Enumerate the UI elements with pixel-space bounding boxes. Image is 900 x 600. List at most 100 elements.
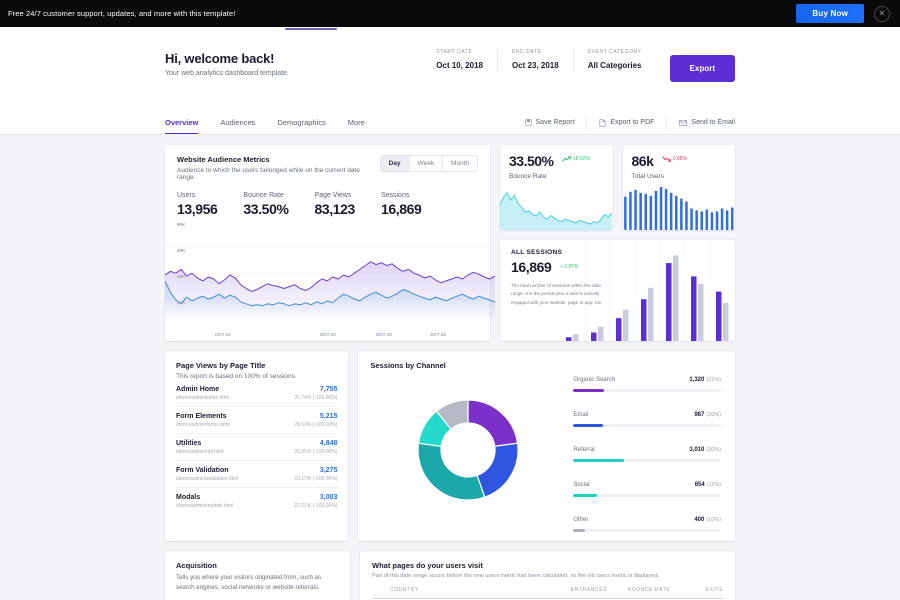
legend-value: 987 <box>694 412 705 418</box>
export-pdf-button[interactable]: Export to PDF <box>587 116 668 129</box>
event-category-field[interactable]: EVENT CATEGORY All Categories <box>574 49 656 71</box>
list-item[interactable]: Form Validation 3,275 /demo/admin/validat… <box>176 461 338 488</box>
end-date-value: Oct 23, 2018 <box>511 60 559 70</box>
legend-item-email[interactable]: Email 987 (20%) <box>573 403 721 427</box>
legend-pct: (11%) <box>706 482 721 488</box>
close-circle-icon[interactable]: ✕ <box>874 5 890 22</box>
list-item[interactable]: Form Elements 5,215 /demo/admin/forms.htm… <box>176 407 338 434</box>
page-value: 7,755 <box>319 386 338 393</box>
total-users-delta-text: 0.88% <box>672 156 687 162</box>
legend-pct: (10%) <box>706 517 721 523</box>
y-tick-60k: 60K <box>177 248 186 253</box>
legend-item-other[interactable]: Other 400 (10%) <box>573 508 721 532</box>
tab-demographics[interactable]: Demographics <box>277 118 325 134</box>
bounce-rate-label: Bounce Rate <box>509 173 547 180</box>
legend-item-social[interactable]: Social 654 (11%) <box>573 473 721 497</box>
save-report-label: Save Report <box>535 119 575 126</box>
legend-value: 3,010 <box>689 447 705 453</box>
kpi-users-label: Users <box>177 192 196 199</box>
mini-card-row: 33.50% 18.02% Bounce Rate 86k 0.88% Tota… <box>500 145 735 230</box>
acquisition-subtitle: Tells you where your visitors originated… <box>176 574 322 591</box>
page-views-title: Page Views by Page Title <box>176 361 266 370</box>
range-toggle-month[interactable]: Month <box>443 156 477 171</box>
bounce-rate-delta-text: 18.02% <box>572 156 590 162</box>
legend-item-referral[interactable]: Referral 3,010 (30%) <box>573 438 721 462</box>
acquisition-title: Acquisition <box>176 561 217 570</box>
nav-active-underline <box>285 28 337 30</box>
legend-pct: (20%) <box>706 412 721 418</box>
kpi-sessions: Sessions 16,869 <box>380 192 422 217</box>
kpi-bounce-rate-label: Bounce Rate <box>243 192 284 199</box>
legend-fill <box>573 424 603 427</box>
audience-card-subtitle: Audience to which the users belonged whi… <box>177 167 360 181</box>
column-bounce-rate[interactable]: BOUNCE RATE <box>607 587 671 599</box>
tabs-bar: Overview Audiences Demographics More Sav… <box>0 111 900 135</box>
event-category-value: All Categories <box>587 60 642 70</box>
tab-more[interactable]: More <box>348 118 365 134</box>
column-country[interactable]: COUNTRY <box>372 587 530 599</box>
tab-audiences[interactable]: Audiences <box>220 118 255 134</box>
legend-fill <box>573 459 624 462</box>
legend-value: 400 <box>694 517 705 523</box>
page-path: /demo/admin/forms.html <box>176 422 230 428</box>
end-date-field[interactable]: END DATE Oct 23, 2018 <box>498 49 574 72</box>
acquisition-card: Acquisition Tells you where your visitor… <box>165 551 350 600</box>
total-users-card: 86k 0.88% Total Users <box>622 145 736 230</box>
promo-bar: Free 24/7 customer support, updates, and… <box>0 0 900 27</box>
range-toggle-day[interactable]: Day <box>380 156 410 171</box>
website-audience-metrics-card: Website Audience Metrics Audience to whi… <box>164 145 496 341</box>
page-pct: 23.17% (-100.00%) <box>294 476 338 482</box>
total-users-label: Total Users <box>631 173 665 180</box>
line-chart-svg <box>164 246 496 321</box>
column-entrances[interactable]: ENTRANCES <box>529 587 608 599</box>
main-content: Website Audience Metrics Audience to whi… <box>0 135 900 600</box>
page-pct: 28.53% (-100.00%) <box>294 422 338 428</box>
donut-holder <box>370 384 565 516</box>
welcome-block: Hi, welcome back! Your web analytics das… <box>165 45 422 77</box>
page-value: 3,275 <box>319 467 338 474</box>
export-pdf-label: Export to PDF <box>610 119 655 126</box>
legend-value: 1,320 <box>689 377 705 383</box>
legend-label: Email <box>573 412 589 418</box>
right-column: 33.50% 18.02% Bounce Rate 86k 0.88% Tota… <box>500 145 735 341</box>
tab-overview[interactable]: Overview <box>165 118 199 134</box>
legend-fill <box>573 389 605 392</box>
range-toggle-week[interactable]: Week <box>410 156 444 171</box>
page-title: Hi, welcome back! <box>165 51 275 66</box>
page-path: /demo/admin/modals.html <box>176 503 234 509</box>
list-item[interactable]: Admin Home 7,755 /demo/admin/index.html 31… <box>176 380 338 407</box>
legend-value: 654 <box>694 482 705 488</box>
sessions-by-channel-card: Sessions by Channel Organic Search 1,320… <box>358 351 735 541</box>
document-icon <box>599 118 606 127</box>
page-name: Utilities <box>176 440 202 447</box>
start-date-field[interactable]: START DATE Oct 10, 2018 <box>422 49 498 72</box>
tab-list: Overview Audiences Demographics More <box>165 115 513 134</box>
page-pct: 31.74% (-100.00%) <box>294 395 338 401</box>
table-header-row: COUNTRY ENTRANCES BOUNCE RATE EXITS <box>372 587 723 599</box>
all-sessions-description: The total number of sessions within the … <box>511 283 603 305</box>
y-tick-20k: 20K <box>177 300 186 305</box>
total-users-bar-chart <box>623 187 733 230</box>
save-report-button[interactable]: Save Report <box>513 116 588 129</box>
export-button[interactable]: Export <box>669 55 735 82</box>
bounce-rate-card: 33.50% 18.02% Bounce Rate <box>500 145 613 230</box>
page-path: /demo/admin/index.html <box>176 395 230 401</box>
send-email-button[interactable]: Send to Email <box>667 117 735 129</box>
pages-visited-subtitle: Part of this date range occurs before th… <box>372 573 659 579</box>
kpi-sessions-label: Sessions <box>380 192 410 199</box>
sessions-by-channel-donut <box>417 399 519 501</box>
list-item[interactable]: Modals 3,003 /demo/admin/modals.html 22.21… <box>176 488 337 514</box>
trend-down-icon <box>662 156 671 162</box>
buy-now-button[interactable]: Buy Now <box>796 4 864 23</box>
kpi-bounce-rate-value: 33.50% <box>243 201 289 217</box>
column-exits[interactable]: EXITS <box>670 587 723 599</box>
save-icon <box>524 119 532 126</box>
page-name: Form Validation <box>176 467 229 474</box>
header-controls: START DATE Oct 10, 2018 END DATE Oct 23,… <box>422 45 735 82</box>
list-item[interactable]: Utilities 4,848 /demo/admin/util.html 25.3… <box>176 434 338 461</box>
page-name: Form Elements <box>176 413 227 420</box>
bounce-rate-delta: 18.02% <box>562 156 590 162</box>
legend-item-organic-search[interactable]: Organic Search 1,320 (21%) <box>573 368 721 392</box>
total-users-header: 86k 0.88% Total Users <box>623 145 736 180</box>
page-name: Admin Home <box>176 386 220 393</box>
